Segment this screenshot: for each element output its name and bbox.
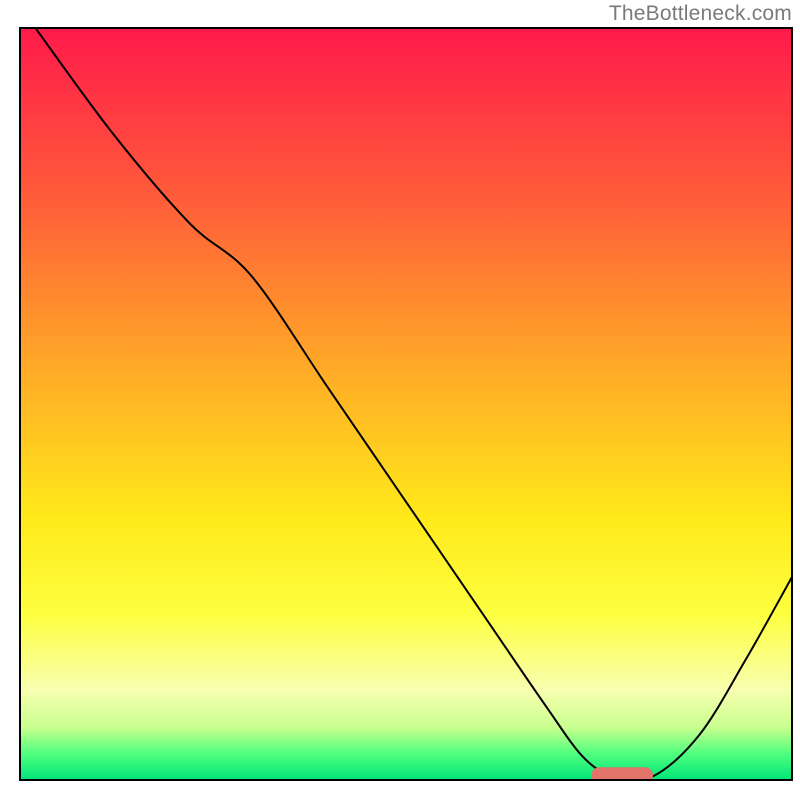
watermark-text: TheBottleneck.com [609,2,792,26]
chart-stage: TheBottleneck.com [0,0,800,800]
optimal-range-marker [591,767,653,784]
bottleneck-chart [0,0,800,800]
gradient-background [20,28,792,780]
